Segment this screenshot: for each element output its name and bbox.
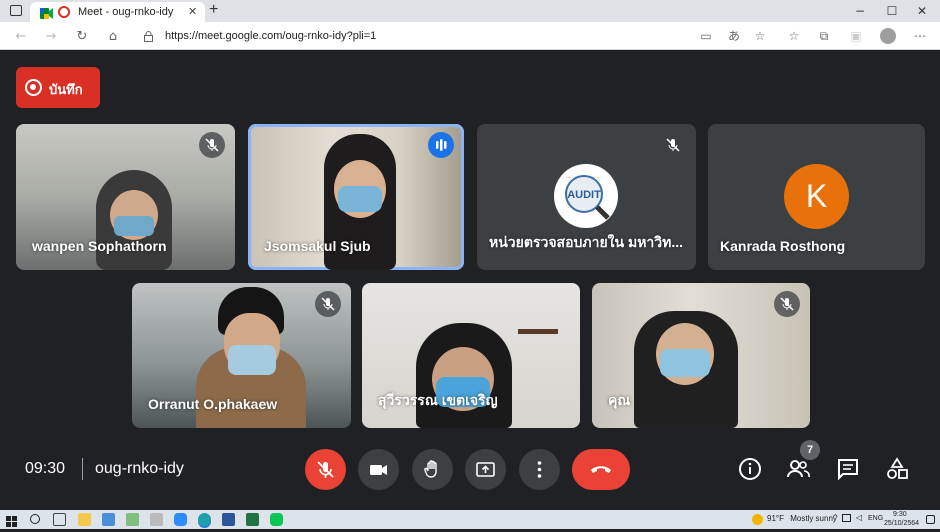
- file-explorer-icon[interactable]: [78, 513, 91, 526]
- participant-name: Jsomsakul Sjub: [264, 238, 371, 254]
- record-icon: [25, 79, 42, 96]
- participant-tile[interactable]: wanpen Sophathorn: [16, 124, 235, 270]
- face-mask: [114, 216, 154, 236]
- tab-meet[interactable]: Meet - oug-rnko-idy ✕: [30, 2, 205, 22]
- profile-avatar[interactable]: [880, 28, 896, 44]
- svg-text:.....: .....: [594, 174, 601, 180]
- participant-name: wanpen Sophathorn: [32, 238, 167, 254]
- participant-name: Orranut O.phakaew: [148, 396, 278, 412]
- record-button[interactable]: บันทึก: [16, 67, 100, 108]
- letter-avatar: K: [784, 164, 849, 229]
- participant-name: คุณ: [608, 392, 631, 408]
- camera-toggle-button[interactable]: [358, 449, 399, 490]
- participant-name: Kanrada Rosthong: [720, 238, 846, 254]
- system-clock-time[interactable]: 9:30: [893, 511, 907, 518]
- face-mask: [660, 349, 710, 377]
- tab-title: Meet - oug-rnko-idy: [78, 6, 174, 18]
- face-mask: [228, 345, 276, 375]
- participant-tile[interactable]: คุณ: [592, 283, 810, 428]
- svg-text:.....: .....: [566, 174, 573, 180]
- back-button[interactable]: ←: [12, 28, 30, 46]
- weather-widget[interactable]: 91°F Mostly sunny: [767, 514, 837, 523]
- photos-icon[interactable]: [126, 513, 139, 526]
- activities-button[interactable]: [884, 456, 910, 482]
- recording-indicator-icon: [58, 6, 70, 18]
- svg-text:AUDIT: AUDIT: [567, 189, 601, 201]
- input-language[interactable]: ENG: [868, 515, 883, 522]
- volume-icon[interactable]: ◁: [856, 513, 862, 522]
- system-clock-date[interactable]: 25/10/2564: [884, 520, 919, 527]
- snipping-tool-icon[interactable]: [150, 513, 163, 526]
- tab-close-icon[interactable]: ✕: [188, 5, 197, 18]
- word-icon[interactable]: [222, 513, 235, 526]
- speaking-indicator-icon: [428, 132, 454, 158]
- edge-browser-icon[interactable]: [198, 513, 211, 526]
- weather-icon: [752, 514, 763, 525]
- record-label: บันทึก: [49, 82, 83, 97]
- minimize-button[interactable]: −: [850, 3, 870, 19]
- meeting-details-button[interactable]: [737, 456, 763, 482]
- meeting-time: 09:30: [25, 460, 66, 477]
- audit-logo-avatar: AUDIT ..... .....: [554, 164, 618, 228]
- collections-icon[interactable]: ⧉: [816, 28, 832, 44]
- tab-actions-icon[interactable]: [10, 5, 22, 16]
- raise-hand-button[interactable]: [412, 449, 453, 490]
- participant-tile[interactable]: Jsomsakul Sjub: [248, 124, 464, 270]
- store-icon[interactable]: [102, 513, 115, 526]
- participant-tile[interactable]: AUDIT ..... ..... หน่วยตรวจสอบภายใน มหาว…: [477, 124, 696, 270]
- translate-icon[interactable]: あ: [726, 28, 742, 44]
- close-window-button[interactable]: ✕: [912, 3, 932, 19]
- zoom-icon[interactable]: [174, 513, 187, 526]
- url-text: https://meet.google.com/oug-rnko-idy?pli…: [165, 30, 377, 42]
- new-tab-button[interactable]: +: [209, 1, 218, 19]
- home-button[interactable]: ⌂: [104, 28, 122, 46]
- favorites-icon[interactable]: ☆: [786, 28, 802, 44]
- reload-button[interactable]: ↻: [73, 28, 91, 46]
- participant-name: สุวีรวรรณ เขตเจริญ: [378, 392, 498, 408]
- meeting-code: oug-rnko-idy: [95, 460, 184, 477]
- mic-toggle-button[interactable]: [305, 449, 346, 490]
- forward-button[interactable]: →: [42, 28, 60, 46]
- participant-name: หน่วยตรวจสอบภายใน มหาวิท...: [489, 234, 684, 250]
- windows-taskbar: 91°F Mostly sunny ^ ◁ ENG 9:30 25/10/256…: [0, 510, 940, 529]
- participant-tile[interactable]: Orranut O.phakaew: [132, 283, 351, 428]
- network-icon[interactable]: [842, 514, 851, 522]
- windows-start-icon[interactable]: [6, 514, 17, 527]
- task-view-icon[interactable]: [53, 513, 66, 526]
- mic-muted-icon: [315, 291, 341, 317]
- search-icon[interactable]: [30, 514, 40, 524]
- people-count-badge: 7: [800, 440, 820, 460]
- mic-muted-icon: [774, 291, 800, 317]
- wall-shelf: [518, 329, 558, 334]
- present-screen-button[interactable]: [465, 449, 506, 490]
- excel-icon[interactable]: [246, 513, 259, 526]
- settings-menu-icon[interactable]: ⋯: [912, 28, 928, 44]
- hang-up-icon: [591, 466, 611, 473]
- avatar-letter: K: [805, 178, 828, 214]
- weather-description: Mostly sunny: [790, 514, 837, 523]
- divider: [82, 458, 83, 480]
- more-options-button[interactable]: [519, 449, 560, 490]
- mic-muted-icon: [660, 132, 686, 158]
- participant-tile[interactable]: สุวีรวรรณ เขตเจริญ: [362, 283, 580, 428]
- mic-muted-icon: [199, 132, 225, 158]
- lock-icon: [144, 29, 153, 42]
- maximize-button[interactable]: ☐: [882, 3, 902, 19]
- line-app-icon[interactable]: [270, 513, 283, 526]
- meet-favicon-icon: [40, 6, 53, 19]
- tray-chevron-icon[interactable]: ^: [832, 513, 839, 522]
- face-mask: [338, 186, 382, 212]
- weather-temperature: 91°F: [767, 514, 784, 523]
- participant-tile[interactable]: K Kanrada Rosthong: [708, 124, 925, 270]
- people-button[interactable]: [785, 456, 811, 482]
- extension-icon[interactable]: ▣: [848, 28, 864, 44]
- browser-tab-bar: Meet - oug-rnko-idy ✕ + − ☐ ✕: [0, 0, 940, 22]
- chat-button[interactable]: [835, 456, 861, 482]
- end-call-button[interactable]: [572, 449, 630, 490]
- add-favorite-icon[interactable]: ☆: [752, 28, 768, 44]
- camera-blocked-icon[interactable]: ▭: [698, 28, 714, 44]
- browser-toolbar: ← → ↻ ⌂ https://meet.google.com/oug-rnko…: [0, 22, 940, 50]
- notifications-icon[interactable]: [926, 515, 935, 524]
- address-bar[interactable]: https://meet.google.com/oug-rnko-idy?pli…: [136, 25, 776, 47]
